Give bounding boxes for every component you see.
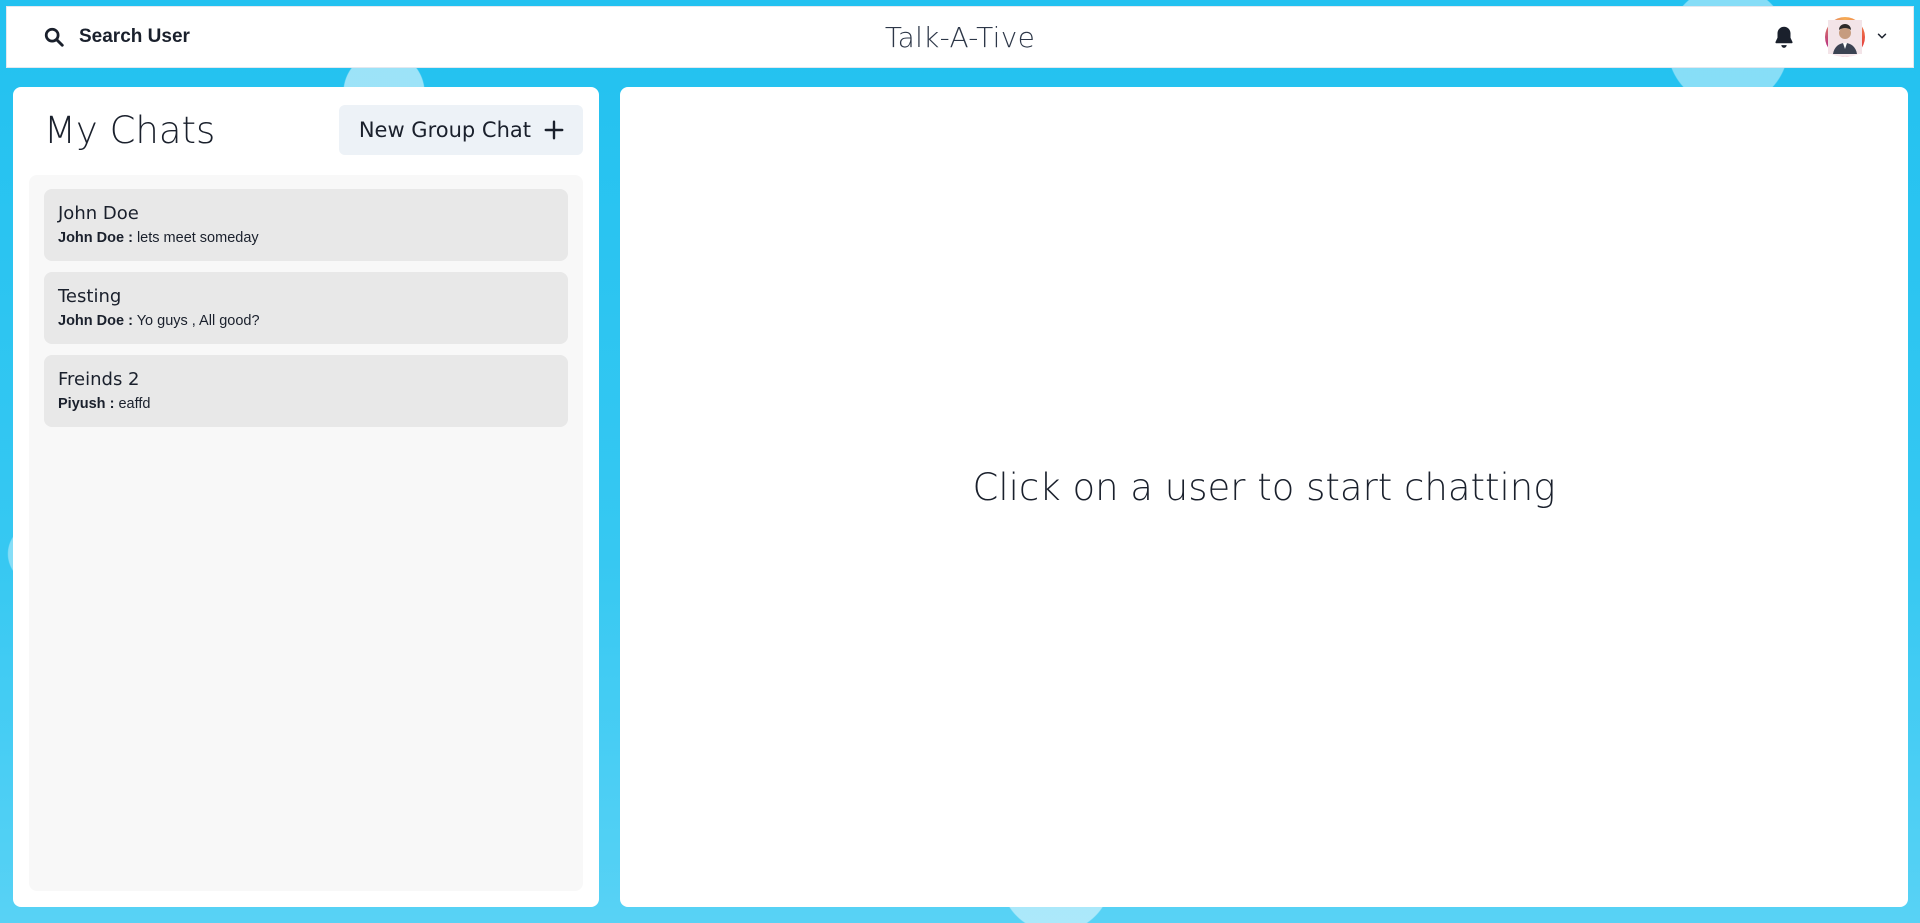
chat-name: John Doe bbox=[58, 203, 139, 224]
chevron-down-icon bbox=[1875, 29, 1889, 46]
plus-icon bbox=[544, 120, 564, 140]
notifications-button[interactable] bbox=[1771, 24, 1797, 50]
chat-latest-message: John Doe : Yo guys , All good? bbox=[58, 313, 554, 329]
chat-item-john-doe[interactable]: John Doe John Doe : lets meet someday bbox=[44, 189, 568, 261]
chat-message-text: Yo guys , All good? bbox=[136, 313, 260, 329]
chat-latest-message: John Doe : lets meet someday bbox=[58, 230, 554, 246]
header-tools bbox=[1771, 17, 1889, 57]
chat-sender: Piyush : bbox=[58, 396, 115, 412]
chat-message-text: eaffd bbox=[118, 396, 151, 412]
chat-item-testing[interactable]: Testing John Doe : Yo guys , All good? bbox=[44, 272, 568, 344]
chat-sender: John Doe : bbox=[58, 230, 133, 246]
my-chats-title: My Chats bbox=[44, 108, 216, 152]
chat-item-freinds-2[interactable]: Freinds 2 Piyush : eaffd bbox=[44, 355, 568, 427]
new-group-chat-button[interactable]: New Group Chat bbox=[338, 105, 583, 155]
avatar-image bbox=[1828, 20, 1862, 54]
my-chats-panel: My Chats New Group Chat John Doe John Do… bbox=[13, 87, 599, 907]
chat-latest-message: Piyush : eaffd bbox=[58, 396, 554, 412]
chat-window: Click on a user to start chatting bbox=[620, 87, 1908, 907]
chat-list: John Doe John Doe : lets meet someday Te… bbox=[29, 175, 583, 891]
user-avatar bbox=[1825, 17, 1865, 57]
profile-menu-button[interactable] bbox=[1825, 17, 1889, 57]
app-title: Talk-A-Tive bbox=[884, 20, 1036, 54]
search-user-button[interactable]: Search User bbox=[31, 20, 202, 54]
new-group-chat-label: New Group Chat bbox=[358, 118, 531, 142]
search-icon bbox=[44, 27, 64, 47]
chat-name: Testing bbox=[58, 286, 122, 307]
my-chats-header: My Chats New Group Chat bbox=[29, 103, 583, 157]
chat-name: Freinds 2 bbox=[58, 369, 140, 390]
chat-sender: John Doe : bbox=[58, 313, 133, 329]
bell-icon bbox=[1775, 26, 1793, 48]
search-user-label: Search User bbox=[79, 26, 190, 47]
empty-chat-message: Click on a user to start chatting bbox=[972, 465, 1556, 509]
top-bar: Search User Talk-A-Tive bbox=[6, 6, 1914, 68]
chat-message-text: lets meet someday bbox=[136, 230, 259, 246]
